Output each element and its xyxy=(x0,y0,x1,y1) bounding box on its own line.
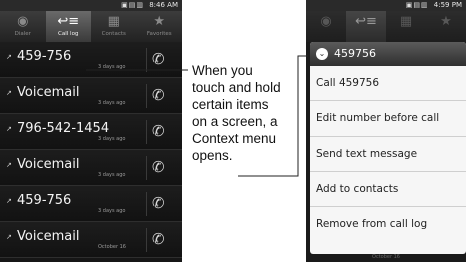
row-divider xyxy=(146,84,147,108)
call-date: 3 days ago xyxy=(98,100,126,106)
status-bar: ▣▤▥ 4:59 PM xyxy=(306,0,466,11)
outgoing-call-icon: ↗ xyxy=(6,197,12,205)
outgoing-call-icon: ↗ xyxy=(6,233,12,241)
row-divider xyxy=(146,156,147,180)
menu-item-call[interactable]: Call 459756 xyxy=(310,66,466,102)
tab-favorites[interactable]: ★ Favorites xyxy=(137,11,183,42)
row-divider xyxy=(146,192,147,216)
row-divider xyxy=(146,120,147,144)
tab-call-log: ↩≡ xyxy=(346,11,386,42)
call-name: Voicemail xyxy=(17,157,80,172)
favorites-icon: ★ xyxy=(440,14,452,29)
status-icons: ▣▤▥ xyxy=(405,1,429,9)
row-divider xyxy=(146,228,147,252)
annotation-line: certain items xyxy=(192,97,269,112)
tab-dialer: ◉ xyxy=(306,11,346,42)
annotation-line: Context menu xyxy=(192,131,277,146)
call-phone-icon[interactable]: ✆ xyxy=(152,194,165,212)
row-divider xyxy=(146,48,147,72)
context-menu-title: 459756 xyxy=(334,47,376,60)
contacts-icon: ▦ xyxy=(399,14,413,29)
call-date: 3 days ago xyxy=(98,136,126,142)
menu-chevron-icon: ⌄ xyxy=(316,48,328,60)
call-name: Voicemail xyxy=(17,229,80,244)
annotation-caption: When you touch and hold certain items on… xyxy=(192,62,282,164)
call-name: 459-756 xyxy=(17,49,72,64)
call-phone-icon[interactable]: ✆ xyxy=(152,86,165,104)
call-name: 459-756 xyxy=(17,193,72,208)
contacts-icon: ▦ xyxy=(107,14,120,29)
tab-bar: ◉ Dialer ↩≡ Call log ▦ Contacts ★ Favori… xyxy=(0,11,182,42)
menu-item-add-contact[interactable]: Add to contacts xyxy=(310,172,466,208)
call-log-row[interactable]: ↗ Voicemail October 16 ✆ xyxy=(0,222,182,258)
outgoing-call-icon: ↗ xyxy=(6,53,12,61)
tab-bar-dimmed: ◉ ↩≡ ▦ ★ xyxy=(306,11,466,42)
context-menu: ⌄ 459756 Call 459756 Edit number before … xyxy=(310,42,466,254)
call-date: 3 days ago xyxy=(98,172,126,178)
tab-contacts[interactable]: ▦ Contacts xyxy=(91,11,137,42)
tab-dialer[interactable]: ◉ Dialer xyxy=(0,11,46,42)
menu-item-remove-call[interactable]: Remove from call log xyxy=(310,207,466,242)
annotation-line: on a screen, a xyxy=(192,114,278,129)
call-log-icon: ↩≡ xyxy=(355,14,377,29)
call-log-icon: ↩≡ xyxy=(57,14,80,29)
outgoing-call-icon: ↗ xyxy=(6,161,12,169)
menu-item-send-text[interactable]: Send text message xyxy=(310,137,466,172)
annotation-line: opens. xyxy=(192,148,233,163)
call-name: 796-542-1454 xyxy=(17,121,110,136)
dialer-icon: ◉ xyxy=(17,14,29,29)
context-menu-screen: ▣▤▥ 4:59 PM ◉ ↩≡ ▦ ★ ⌄ 459756 Call 45975… xyxy=(306,0,466,262)
call-log-row[interactable]: ↗ 796-542-1454 3 days ago ✆ xyxy=(0,114,182,150)
outgoing-call-icon: ↗ xyxy=(6,89,12,97)
context-menu-header: ⌄ 459756 xyxy=(310,42,466,66)
call-phone-icon[interactable]: ✆ xyxy=(152,158,165,176)
status-time: 8:46 AM xyxy=(149,1,178,9)
call-phone-icon[interactable]: ✆ xyxy=(152,50,165,68)
call-name: Voicemail xyxy=(17,85,80,100)
call-log-row[interactable]: ↗ 459-756 3 days ago ✆ xyxy=(0,42,182,78)
call-log-row[interactable]: ↗ Voicemail 3 days ago ✆ xyxy=(0,78,182,114)
call-phone-icon[interactable]: ✆ xyxy=(152,230,165,248)
call-date: 3 days ago xyxy=(98,64,126,70)
tab-call-log[interactable]: ↩≡ Call log xyxy=(45,11,91,42)
call-date: 3 days ago xyxy=(98,208,126,214)
dialer-icon: ◉ xyxy=(320,14,332,29)
call-date: October 16 xyxy=(98,244,126,250)
status-bar: ▣▤▥ 8:46 AM xyxy=(0,0,182,11)
call-phone-icon[interactable]: ✆ xyxy=(152,122,165,140)
call-log-row[interactable]: ↗ 459-756 3 days ago ✆ xyxy=(0,186,182,222)
annotation-line: touch and hold xyxy=(192,80,281,95)
call-log-row[interactable]: ↗ Voicemail 3 days ago ✆ xyxy=(0,150,182,186)
tab-favorites: ★ xyxy=(426,11,466,42)
annotation-line: When you xyxy=(192,63,253,78)
call-log-screen: ▣▤▥ 8:46 AM ◉ Dialer ↩≡ Call log ▦ Conta… xyxy=(0,0,182,262)
favorites-icon: ★ xyxy=(153,14,166,29)
background-row-date: October 16 xyxy=(372,254,400,260)
tab-contacts: ▦ xyxy=(386,11,426,42)
menu-item-edit-number[interactable]: Edit number before call xyxy=(310,101,466,137)
status-time: 4:59 PM xyxy=(433,1,462,9)
status-icons: ▣▤▥ xyxy=(121,1,144,9)
outgoing-call-icon: ↗ xyxy=(6,125,12,133)
